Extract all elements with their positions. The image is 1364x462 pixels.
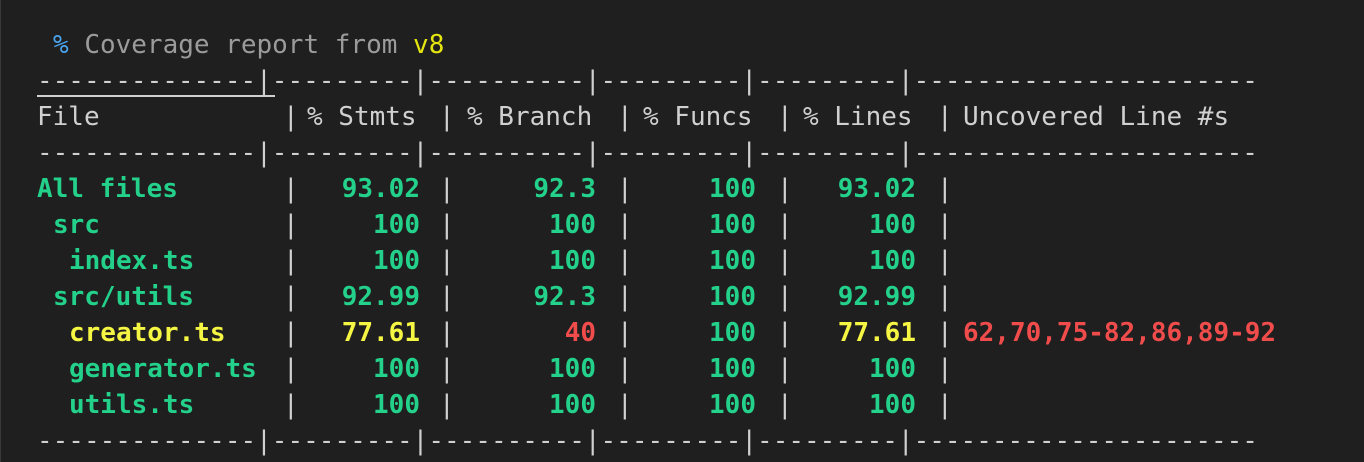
- column-pipe: |: [439, 210, 455, 240]
- row-branch-value: 100: [549, 390, 596, 420]
- column-pipe: |: [617, 354, 633, 384]
- column-pipe: |: [439, 318, 455, 348]
- row-branch-value: 40: [564, 318, 596, 348]
- column-pipe: |: [937, 390, 953, 420]
- column-pipe: |: [937, 282, 953, 312]
- column-pipe: |: [937, 354, 953, 384]
- column-pipe: |: [777, 282, 793, 312]
- row-branch-value: 92.3: [533, 282, 596, 312]
- column-pipe: |: [937, 174, 953, 204]
- table-row: All files | | | | | 93.02 92.3 100 93.02: [37, 171, 1337, 207]
- row-lines-value: 93.02: [837, 174, 916, 204]
- column-pipe: |: [777, 174, 793, 204]
- coverage-provider: v8: [413, 30, 445, 60]
- column-pipe: |: [283, 282, 299, 312]
- row-branch-value: 100: [549, 246, 596, 276]
- header-pipe: |: [617, 102, 633, 132]
- table-row: src/utils | | | | | 92.99 92.3 100 92.99: [37, 279, 1337, 315]
- column-pipe: |: [777, 390, 793, 420]
- header-pipe: |: [937, 102, 953, 132]
- header-pipe: |: [283, 102, 299, 132]
- row-lines-value: 77.61: [837, 318, 916, 348]
- column-pipe: |: [283, 318, 299, 348]
- table-row: utils.ts | | | | | 100 100 100 100: [37, 387, 1337, 423]
- row-stmts-value: 93.02: [341, 174, 420, 204]
- terminal-output: % Coverage report from v8 --------------…: [0, 0, 1364, 462]
- column-pipe: |: [283, 246, 299, 276]
- row-file-name: All files: [37, 174, 178, 204]
- column-pipe: |: [439, 246, 455, 276]
- row-stmts-value: 100: [373, 354, 420, 384]
- header-stmts: % Stmts: [307, 102, 417, 132]
- row-lines-value: 100: [869, 210, 916, 240]
- row-funcs-value: 100: [709, 210, 756, 240]
- column-pipe: |: [283, 174, 299, 204]
- column-pipe: |: [937, 246, 953, 276]
- column-pipe: |: [617, 282, 633, 312]
- row-file-name: index.ts: [69, 246, 195, 276]
- column-pipe: |: [439, 354, 455, 384]
- column-pipe: |: [937, 210, 953, 240]
- file-header-underline: [37, 95, 275, 97]
- table-separator-top: --------------|---------|----------|----…: [37, 66, 1258, 96]
- column-pipe: |: [617, 318, 633, 348]
- column-pipe: |: [617, 210, 633, 240]
- coverage-title: % Coverage report from v8: [53, 27, 444, 63]
- column-pipe: |: [283, 210, 299, 240]
- table-row: creator.ts | | | | | 77.61 40 100 77.61 62,70,75-8…: [37, 315, 1337, 351]
- header-uncovered: Uncovered Line #s: [963, 102, 1230, 132]
- column-pipe: |: [439, 282, 455, 312]
- row-file-name: creator.ts: [69, 318, 226, 348]
- percent-symbol: %: [53, 30, 69, 60]
- row-funcs-value: 100: [709, 354, 756, 384]
- row-file-name: generator.ts: [69, 354, 257, 384]
- header-funcs: % Funcs: [643, 102, 753, 132]
- table-header-row: File | % Stmts | % Branch | % Funcs | % …: [37, 99, 1229, 135]
- table-separator-bottom: --------------|---------|----------|----…: [37, 426, 1258, 456]
- row-branch-value: 92.3: [533, 174, 596, 204]
- column-pipe: |: [283, 354, 299, 384]
- column-pipe: |: [439, 390, 455, 420]
- column-pipe: |: [777, 210, 793, 240]
- row-lines-value: 92.99: [837, 282, 916, 312]
- header-pipe: |: [777, 102, 793, 132]
- row-file-name: src: [53, 210, 100, 240]
- table-row: generator.ts | | | | | 100 100 100 100: [37, 351, 1337, 387]
- header-lines: % Lines: [803, 102, 913, 132]
- column-pipe: |: [617, 246, 633, 276]
- header-branch: % Branch: [467, 102, 593, 132]
- header-pipe: |: [439, 102, 455, 132]
- column-pipe: |: [937, 318, 953, 348]
- column-pipe: |: [777, 354, 793, 384]
- row-funcs-value: 100: [709, 390, 756, 420]
- table-row: index.ts | | | | | 100 100 100 100: [37, 243, 1337, 279]
- row-stmts-value: 100: [373, 210, 420, 240]
- row-stmts-value: 77.61: [341, 318, 420, 348]
- row-funcs-value: 100: [709, 282, 756, 312]
- row-file-name: src/utils: [53, 282, 194, 312]
- row-funcs-value: 100: [709, 174, 756, 204]
- row-branch-value: 100: [549, 210, 596, 240]
- column-pipe: |: [777, 318, 793, 348]
- table-separator-mid: --------------|---------|----------|----…: [37, 138, 1258, 168]
- column-pipe: |: [617, 390, 633, 420]
- row-lines-value: 100: [869, 390, 916, 420]
- row-uncovered-lines: 62,70,75-82,86,89-92: [963, 318, 1277, 348]
- row-branch-value: 100: [549, 354, 596, 384]
- row-stmts-value: 100: [373, 390, 420, 420]
- header-file: File: [37, 102, 100, 132]
- row-stmts-value: 92.99: [341, 282, 420, 312]
- title-text: Coverage report from: [84, 30, 398, 60]
- table-row: src | | | | | 100 100 100 100: [37, 207, 1337, 243]
- row-lines-value: 100: [869, 354, 916, 384]
- column-pipe: |: [617, 174, 633, 204]
- row-file-name: utils.ts: [69, 390, 195, 420]
- row-funcs-value: 100: [709, 246, 756, 276]
- column-pipe: |: [777, 246, 793, 276]
- row-funcs-value: 100: [709, 318, 756, 348]
- row-lines-value: 100: [869, 246, 916, 276]
- column-pipe: |: [439, 174, 455, 204]
- column-pipe: |: [283, 390, 299, 420]
- row-stmts-value: 100: [373, 246, 420, 276]
